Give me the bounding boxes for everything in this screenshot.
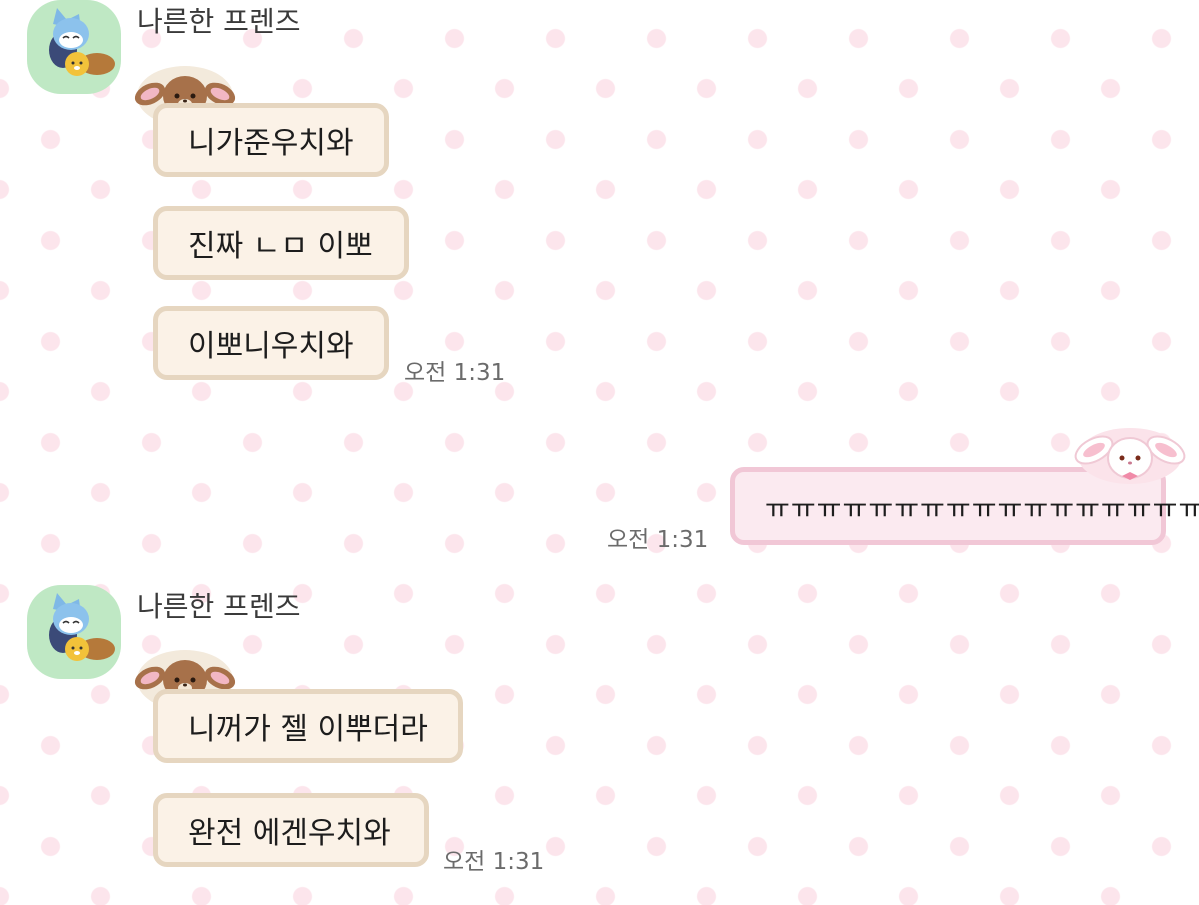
sender-avatar[interactable] — [27, 0, 121, 94]
message-time: 오전 1:31 — [607, 527, 709, 553]
sender-name: 나른한 프렌즈 — [137, 5, 301, 38]
friend-avatar-icon — [27, 0, 121, 94]
message-time: 오전 1:31 — [443, 849, 545, 875]
message-bubble[interactable]: 이뽀니우치와 — [153, 306, 389, 380]
message-time: 오전 1:31 — [404, 360, 506, 386]
sender-name: 나른한 프렌즈 — [137, 590, 301, 623]
message-bubble[interactable]: 진짜 ㄴㅁ 이뽀 — [153, 206, 409, 280]
message-bubble[interactable]: 니가준우치와 — [153, 103, 389, 177]
friend-avatar-icon — [27, 585, 121, 679]
sender-avatar[interactable] — [27, 585, 121, 679]
message-bubble[interactable]: 완전 에겐우치와 — [153, 793, 429, 867]
white-bunny-sticker-icon — [1074, 428, 1186, 484]
message-bubble[interactable]: 니꺼가 젤 이뿌더라 — [153, 689, 463, 763]
